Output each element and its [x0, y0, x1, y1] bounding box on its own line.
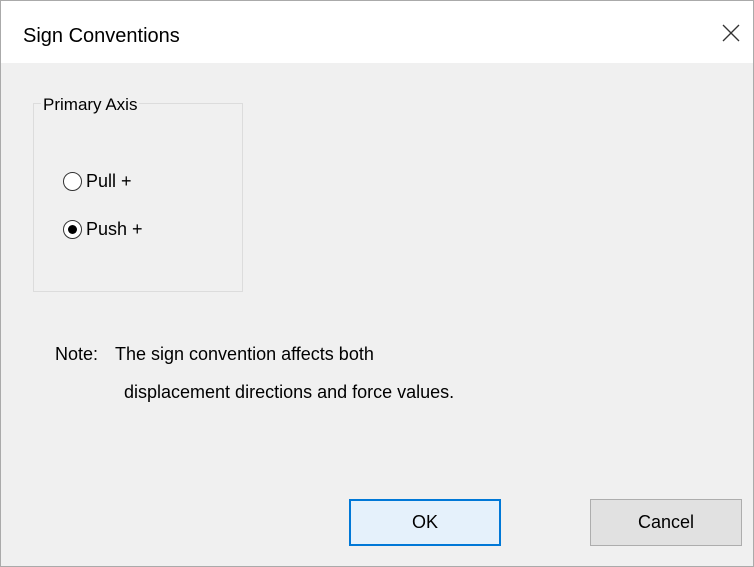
close-icon — [722, 24, 740, 42]
pull-plus-option[interactable]: Pull + — [63, 169, 132, 193]
title-bar: Sign Conventions — [1, 1, 753, 63]
dialog-title: Sign Conventions — [23, 25, 180, 47]
ok-button[interactable]: OK — [349, 499, 501, 546]
primary-axis-groupbox — [33, 103, 243, 292]
push-plus-label: Push + — [86, 218, 143, 239]
push-plus-radio[interactable] — [63, 219, 82, 239]
note-line-1: The sign convention affects both — [115, 344, 374, 364]
cancel-button[interactable]: Cancel — [590, 499, 742, 546]
pull-plus-label: Pull + — [86, 170, 132, 191]
push-plus-option[interactable]: Push + — [63, 217, 143, 241]
note-line-2: displacement directions and force values… — [124, 382, 455, 402]
sign-conventions-dialog: Sign Conventions Primary Axis Pull + Pus… — [0, 0, 754, 567]
note-prefix: Note: — [55, 344, 99, 364]
pull-plus-radio[interactable] — [63, 171, 82, 191]
primary-axis-label: Primary Axis — [41, 95, 140, 115]
close-button[interactable] — [713, 15, 749, 51]
note-text: The sign convention affects both displac… — [115, 335, 454, 411]
